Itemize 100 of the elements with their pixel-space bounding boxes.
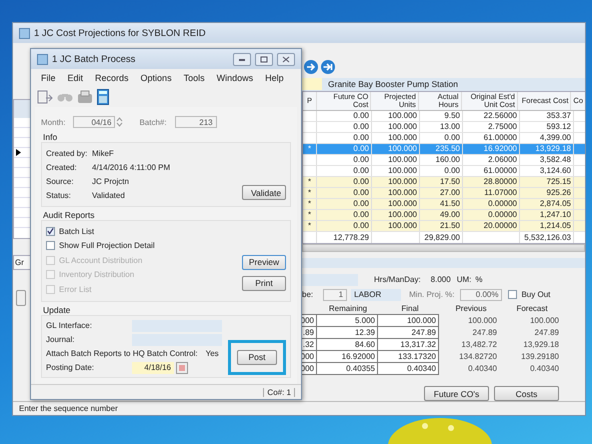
table-cell: 11.07000 [463,188,520,198]
field-label: GL Interface: [46,321,93,330]
menu-item[interactable]: Tools [178,73,211,83]
table-cell: 100.000 [372,132,420,143]
input-field[interactable] [302,78,322,90]
menu-item[interactable]: File [35,73,62,83]
checkbox-label: Buy Out [521,290,550,299]
section-title: Audit Reports [42,210,96,220]
table-cell: 100.000 [372,154,420,165]
print-button[interactable]: Print [242,276,286,290]
table-row[interactable]: * 0.00 100.000 21.50 20.00000 1,214.05 [303,220,585,232]
menu-item[interactable]: Options [134,73,178,83]
grid-cell: 5.000 [316,314,378,327]
close-button[interactable] [277,52,295,66]
calendar-icon[interactable] [176,362,188,374]
checkbox[interactable] [46,226,55,236]
preview-button[interactable]: Preview [242,254,286,270]
table-row[interactable]: * 0.00 100.000 27.00 11.07000 925.26 [303,188,585,199]
min-projection-field[interactable]: 0.00% [460,288,502,300]
close-icon [282,56,290,62]
grid-cell-text: 134.82720 [458,350,498,362]
table-row[interactable]: * 0.00 100.000 49.00 0.00000 1,247.10 [303,210,585,221]
table-cell: 0.00 [317,210,372,220]
total-cell: 5,532,126.03 [520,232,574,243]
table-cell: 160.00 [420,154,463,165]
table-cell: 28.80000 [463,176,520,187]
action-button[interactable]: Costs [494,386,559,401]
checkbox-label: Show Full Projection Detail [59,241,155,250]
table-cell: 0.00 [317,110,372,121]
grid-cell-text: 13,929.18 [522,338,560,350]
menu-item[interactable]: Windows [210,73,260,83]
table-cell: 61.00000 [463,166,520,176]
table-cell: 100.000 [372,110,420,121]
table-cell: 9.50 [420,110,463,121]
grid-cell-text: 0.40340 [529,362,560,374]
grid-cell: 13,317.32 [377,338,439,351]
validate-button[interactable]: Validate [242,185,286,200]
table-cell: 49.00 [420,210,463,220]
checkbox[interactable] [46,241,55,250]
field-value: Yes [206,349,219,358]
table-cell: 16.92000 [463,144,520,154]
table-cell: 0.00 [317,220,372,231]
field-label: UM: [456,275,472,284]
grid-cell: 0.40355 [316,362,378,375]
grid-cell: 133.17320 [377,350,439,363]
table-row[interactable]: 0.00 100.000 160.00 2.06000 3,582.48 [303,154,585,166]
buy-out-checkbox[interactable] [508,290,518,299]
field-value: JC Projctn [92,176,129,186]
input-field[interactable] [302,274,358,286]
table-cell: 61.00000 [463,132,520,143]
checkbox-label: Error List [59,284,92,294]
grid-cell: 247.89 [377,326,439,339]
minimize-button[interactable] [233,52,251,66]
table-cell: * [303,176,317,187]
posting-date-field[interactable]: 4/18/16 [132,362,174,374]
small-button[interactable] [16,290,26,306]
table-cell: 100.000 [372,188,420,198]
menu-item[interactable]: Records [89,73,135,83]
menu-item[interactable]: Edit [62,73,90,83]
grid-cell: 16.92000 [316,350,378,363]
maximize-button[interactable] [255,52,273,66]
panel-tab[interactable]: Gr [13,255,31,270]
month-field[interactable]: 04/16 [73,116,116,128]
table-cell: 27.00 [420,188,463,198]
table-cell: 41.50 [420,198,463,209]
table-row[interactable]: * 0.00 100.000 41.50 0.00000 2,874.05 [303,198,585,210]
grid-cell-text: 100.000 [529,314,560,326]
table-cell: * [303,198,317,209]
table-row[interactable]: * 0.00 100.000 17.50 28.80000 725.15 [303,176,585,188]
post-button[interactable]: Post [237,350,277,364]
phase-number-field[interactable]: 1 [323,288,348,300]
table-row[interactable]: 0.00 100.000 9.50 22.56000 353.37 [303,110,585,122]
table-cell: 22.56000 [463,110,520,121]
spinner-icon[interactable] [116,116,124,128]
window-icon [19,28,30,38]
table-cell: 100.000 [372,210,420,220]
calculator-icon[interactable] [97,89,109,105]
document-arrow-icon[interactable] [37,90,53,104]
column-header: Previous [454,304,488,312]
status-text: Enter the sequence number [19,404,118,413]
action-button[interactable]: Future CO's [424,386,489,401]
grid-cell-text: 139.29180 [520,350,560,362]
table-cell: 0.00 [420,132,463,143]
total-cell: 12,778.29 [317,232,372,243]
dialog-title: 1 JC Batch Process [52,54,136,64]
table-cell: 3,582.48 [520,154,574,165]
column-header: Forecast [515,304,549,312]
table-row[interactable]: 0.00 100.000 13.00 2.75000 593.12 [303,122,585,133]
field-value: MikeF [92,148,114,158]
menu-item[interactable]: Help [259,73,290,83]
batch-field[interactable]: 213 [174,116,217,128]
table-cell: 100.000 [372,144,420,154]
field-value: 4/14/2016 4:11:00 PM [92,162,170,172]
table-cell: 0.00000 [463,198,520,209]
grid-cell: 12.39 [316,326,378,339]
section-title: Update [42,304,72,314]
table-cell: 593.12 [520,122,574,132]
table-cell: 353.37 [520,110,574,121]
phase-name-field[interactable]: LABOR [351,288,402,300]
binoculars-icon[interactable] [57,92,73,102]
